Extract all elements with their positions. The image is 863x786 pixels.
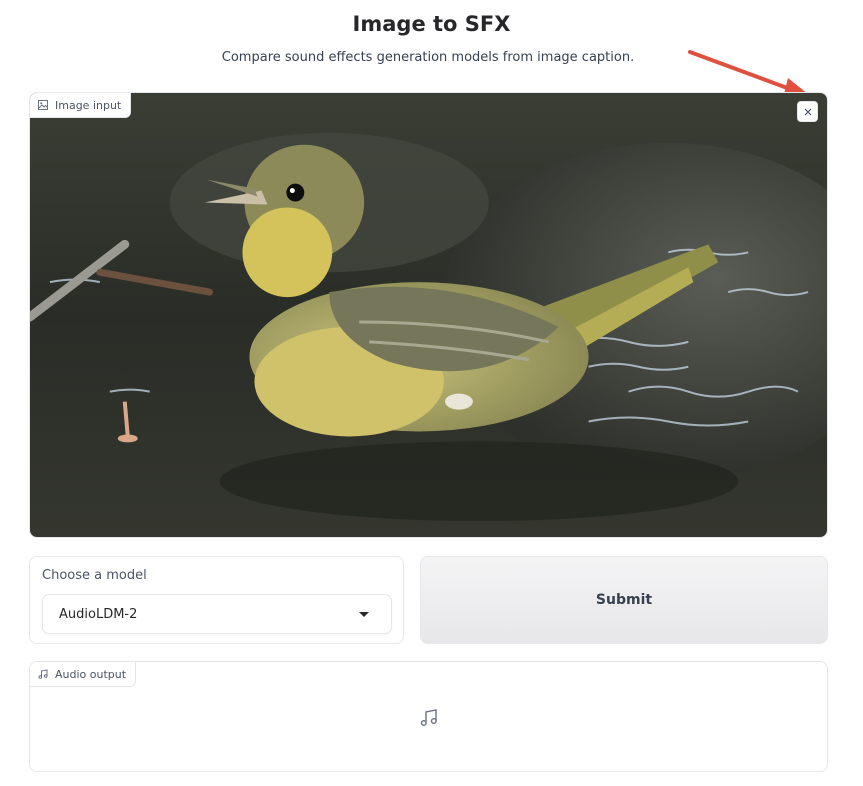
audio-output-label-text: Audio output bbox=[55, 667, 127, 681]
image-input-label: Image input bbox=[30, 93, 132, 118]
music-icon bbox=[420, 709, 437, 726]
close-icon bbox=[804, 108, 811, 115]
audio-output-label: Audio output bbox=[30, 662, 137, 687]
model-selected-value: AudioLDM-2 bbox=[59, 606, 138, 622]
bird-photo bbox=[30, 93, 827, 537]
caret-down-icon bbox=[359, 611, 369, 617]
music-note-small-icon bbox=[38, 669, 48, 679]
image-input-panel[interactable]: Image input bbox=[29, 92, 828, 538]
submit-button[interactable]: Submit bbox=[420, 556, 828, 644]
image-input-label-text: Image input bbox=[55, 98, 122, 112]
model-label: Choose a model bbox=[42, 568, 147, 583]
model-selector-panel: Choose a model AudioLDM-2 bbox=[29, 556, 404, 644]
image-icon bbox=[38, 100, 48, 110]
audio-output-panel: Audio output bbox=[29, 661, 828, 772]
close-image-button[interactable] bbox=[797, 101, 818, 122]
page-title: Image to SFX bbox=[352, 12, 511, 36]
model-dropdown[interactable]: AudioLDM-2 bbox=[42, 594, 392, 634]
